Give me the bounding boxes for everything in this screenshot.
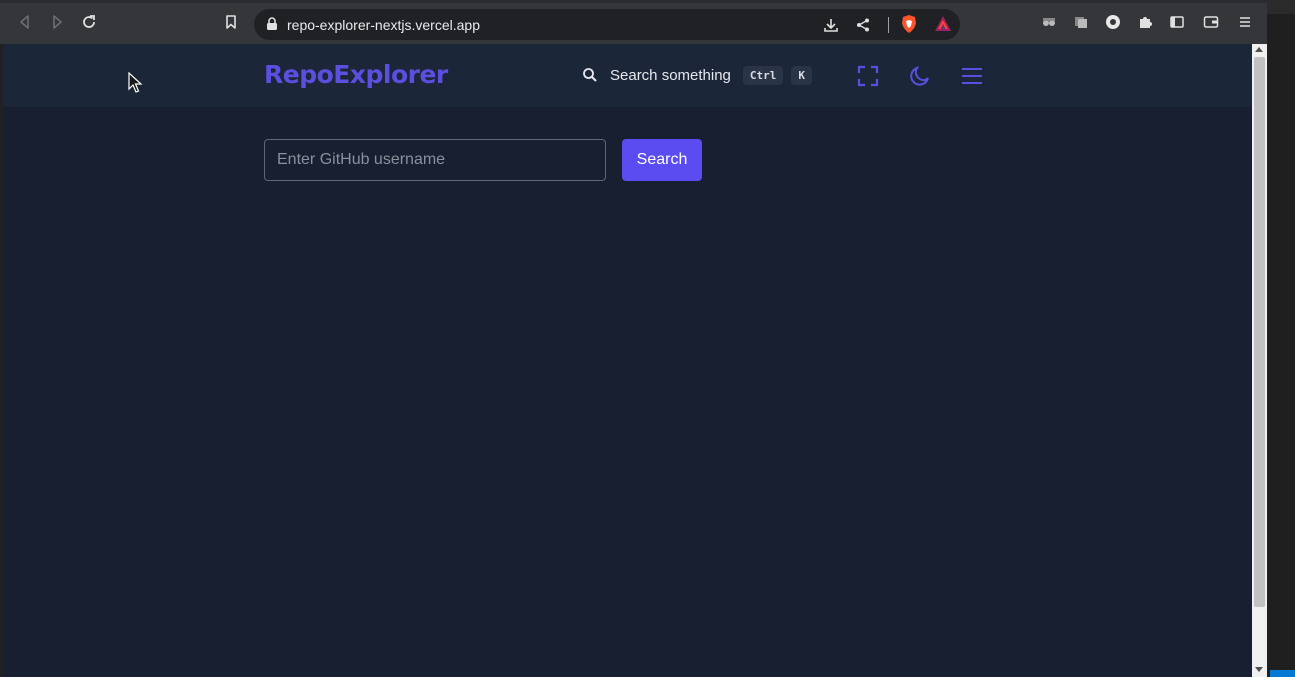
puzzle-icon[interactable] bbox=[1134, 11, 1156, 33]
adjacent-window-strip bbox=[1267, 0, 1295, 677]
shortcut-ctrl: Ctrl bbox=[742, 65, 784, 85]
cursor-icon bbox=[128, 72, 143, 93]
extension-b-icon[interactable] bbox=[1070, 11, 1092, 33]
app-header: RepoExplorer Search something Ctrl K bbox=[3, 44, 1252, 107]
address-bar[interactable]: repo-explorer-nextjs.vercel.app bbox=[254, 9, 960, 40]
menu-icon[interactable] bbox=[1234, 11, 1256, 33]
page-viewport: RepoExplorer Search something Ctrl K Ent… bbox=[3, 44, 1252, 677]
hamburger-icon bbox=[962, 68, 982, 84]
browser-toolbar: repo-explorer-nextjs.vercel.app bbox=[0, 0, 1267, 44]
wallet-icon[interactable] bbox=[1200, 11, 1222, 33]
search-icon bbox=[583, 68, 597, 82]
search-button[interactable]: Search bbox=[622, 139, 702, 181]
extension-a-icon[interactable] bbox=[1038, 11, 1060, 33]
url-divider bbox=[888, 17, 889, 33]
adjacent-window-top bbox=[1267, 0, 1295, 14]
theme-toggle-button[interactable] bbox=[908, 64, 932, 88]
extension-c-icon[interactable] bbox=[1102, 11, 1124, 33]
brave-shields-icon[interactable] bbox=[899, 14, 919, 34]
download-icon[interactable] bbox=[822, 16, 840, 34]
adjacent-window-badge bbox=[1270, 670, 1295, 677]
search-label: Search something bbox=[610, 66, 731, 84]
arrow-left-icon[interactable] bbox=[14, 11, 36, 33]
shortcut-k: K bbox=[791, 65, 813, 85]
app-logo[interactable]: RepoExplorer bbox=[264, 60, 448, 89]
scroll-up-icon[interactable] bbox=[1255, 47, 1263, 52]
fullscreen-icon bbox=[857, 65, 879, 87]
sidebar-icon[interactable] bbox=[1166, 11, 1188, 33]
url-text: repo-explorer-nextjs.vercel.app bbox=[287, 17, 480, 33]
scroll-thumb[interactable] bbox=[1254, 57, 1265, 607]
fullscreen-button[interactable] bbox=[856, 64, 880, 88]
lock-icon bbox=[267, 17, 277, 30]
reload-icon[interactable] bbox=[78, 11, 100, 33]
bookmark-icon[interactable] bbox=[220, 11, 242, 33]
share-icon[interactable] bbox=[854, 16, 872, 34]
brave-rewards-icon[interactable] bbox=[933, 14, 953, 34]
arrow-right-icon[interactable] bbox=[46, 11, 68, 33]
search-trigger[interactable]: Search something Ctrl K bbox=[582, 64, 820, 86]
username-input[interactable] bbox=[264, 139, 606, 181]
menu-button[interactable] bbox=[960, 64, 984, 88]
scroll-down-icon[interactable] bbox=[1255, 667, 1263, 672]
moon-icon bbox=[910, 66, 929, 86]
